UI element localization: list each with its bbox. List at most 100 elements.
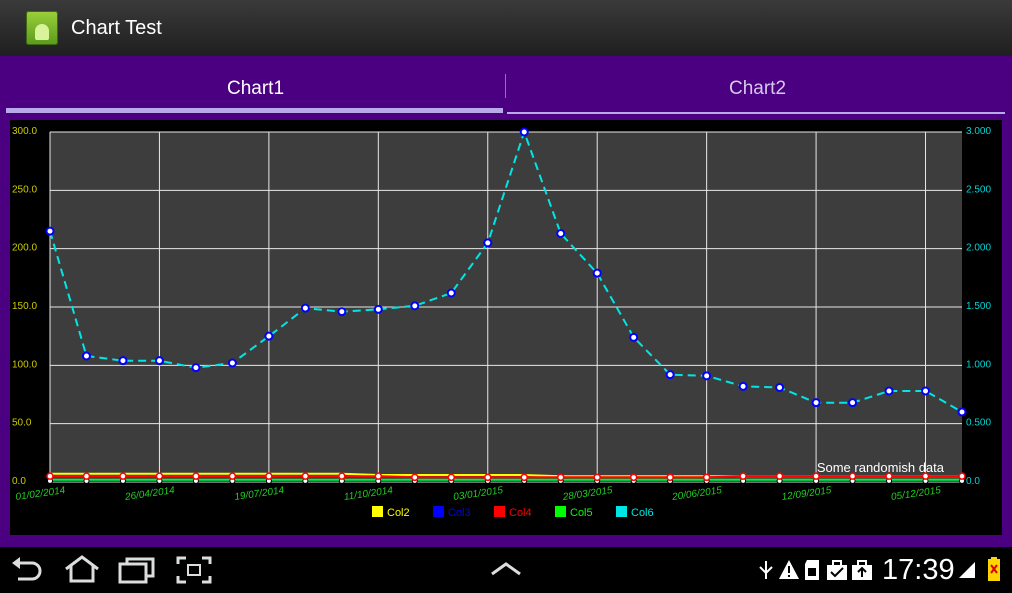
data-point-col4 [301, 472, 310, 480]
data-point-col6 [665, 370, 675, 380]
tab-chart1[interactable]: Chart1 [4, 56, 507, 114]
y-tick-label-right: 2.500 [966, 184, 991, 195]
title-bar: Chart Test [0, 0, 1012, 57]
data-point-col6 [337, 307, 347, 317]
data-point-col4 [192, 472, 200, 480]
data-point-col4 [666, 473, 674, 482]
sd-card-icon [805, 560, 819, 580]
data-point-col6 [592, 268, 602, 278]
briefcase-upload-icon [852, 560, 872, 580]
data-point-col4 [411, 473, 419, 482]
data-point-col4 [520, 473, 528, 482]
navigation-bar [0, 547, 1012, 593]
data-point-col4 [739, 472, 747, 480]
y-tick-label-left: 0.0 [12, 476, 26, 487]
legend-swatch-col3 [433, 506, 444, 517]
y-tick-label-right: 2.000 [966, 243, 991, 254]
back-icon[interactable] [10, 557, 46, 583]
data-point-col6 [884, 386, 894, 396]
series-line-col4 [50, 475, 962, 479]
x-tick-label: 01/02/2014 [15, 485, 67, 503]
data-point-col4 [265, 472, 273, 480]
data-point-col4 [46, 472, 54, 480]
data-point-col6 [446, 288, 456, 298]
battery-icon [988, 557, 1000, 581]
x-tick-label: 03/01/2015 [453, 485, 505, 503]
signal-icon [959, 562, 975, 578]
data-point-col6 [738, 381, 748, 391]
legend-label-col5: Col5 [570, 507, 593, 519]
data-point-col6 [629, 332, 639, 342]
tab-indicator [6, 108, 503, 113]
tab-underline [507, 112, 1005, 114]
y-tick-label-right: 3.000 [966, 126, 991, 137]
y-tick-label-left: 200.0 [12, 243, 37, 254]
warning-icon [779, 560, 799, 579]
screenshot-icon[interactable] [176, 556, 212, 584]
x-tick-label: 26/04/2014 [123, 485, 176, 503]
data-point-col6 [264, 331, 274, 341]
x-tick-label: 28/03/2015 [561, 485, 614, 503]
data-point-col4 [885, 472, 893, 480]
line-chart: 0.0 50.0 100.0 150.0 200.0 250.0 300.0 0.0 0.500… [12, 126, 991, 519]
data-point-col6 [191, 363, 201, 373]
data-point-col4 [338, 472, 346, 480]
data-point-col4 [629, 473, 638, 482]
app-icon [26, 11, 58, 45]
y-tick-label-right: 1.000 [966, 359, 991, 370]
y-tick-label-left: 300.0 [12, 126, 37, 137]
y-tick-label-right: 1.500 [966, 301, 991, 312]
briefcase-check-icon [827, 560, 847, 580]
chevron-up-icon[interactable] [490, 561, 522, 577]
data-point-col4 [556, 473, 565, 482]
data-point-col6 [373, 304, 383, 314]
data-point-col6 [45, 226, 55, 236]
y-tick-label-right: 0.500 [966, 418, 991, 429]
legend-swatch-col6 [616, 506, 627, 517]
legend-swatch-col4 [494, 506, 505, 517]
data-point-col4 [812, 472, 820, 480]
data-point-col4 [447, 473, 456, 482]
y-tick-label-left: 150.0 [12, 301, 37, 312]
data-point-col6 [154, 356, 164, 366]
data-point-col6 [483, 238, 493, 248]
recent-apps-icon[interactable] [118, 556, 156, 584]
data-point-col4 [374, 472, 383, 480]
data-point-col6 [848, 398, 858, 408]
y-tick-label-left: 100.0 [12, 359, 37, 370]
data-point-col6 [811, 398, 821, 408]
data-point-col6 [81, 351, 91, 361]
data-point-col4 [775, 472, 784, 480]
x-tick-label: 12/09/2015 [781, 485, 833, 503]
tab-chart2[interactable]: Chart2 [506, 56, 1009, 114]
usb-icon [759, 561, 773, 579]
legend-label-col2: Col2 [387, 507, 410, 519]
data-point-col4 [702, 473, 711, 482]
data-point-col4 [82, 472, 91, 480]
data-point-col4 [958, 472, 966, 480]
data-point-col6 [775, 383, 785, 392]
data-point-col6 [957, 407, 967, 417]
data-point-col4 [848, 472, 857, 480]
legend-swatch-col2 [372, 506, 383, 517]
x-tick-label: 05/12/2015 [890, 485, 942, 503]
legend-swatch-col5 [555, 506, 566, 517]
data-point-col4 [921, 472, 930, 480]
legend-label-col3: Col3 [448, 507, 471, 519]
y-tick-label-right: 0.0 [966, 476, 980, 487]
data-point-col4 [119, 472, 127, 480]
data-point-col4 [484, 473, 492, 482]
app-title: Chart Test [71, 17, 162, 39]
chart-panel: 0.0 50.0 100.0 150.0 200.0 250.0 300.0 0.0 0.500… [10, 120, 1002, 535]
legend-label-col4: Col4 [509, 507, 532, 519]
data-point-col6 [118, 356, 128, 366]
home-icon[interactable] [62, 555, 102, 583]
data-point-col4 [155, 472, 164, 480]
data-point-col4 [228, 472, 237, 480]
data-point-col6 [556, 229, 566, 238]
data-point-col6 [227, 358, 237, 368]
data-point-col4 [593, 473, 601, 482]
data-point-col6 [410, 301, 420, 311]
legend-label-col6: Col6 [631, 507, 654, 519]
x-tick-label: 11/10/2014 [343, 485, 394, 503]
